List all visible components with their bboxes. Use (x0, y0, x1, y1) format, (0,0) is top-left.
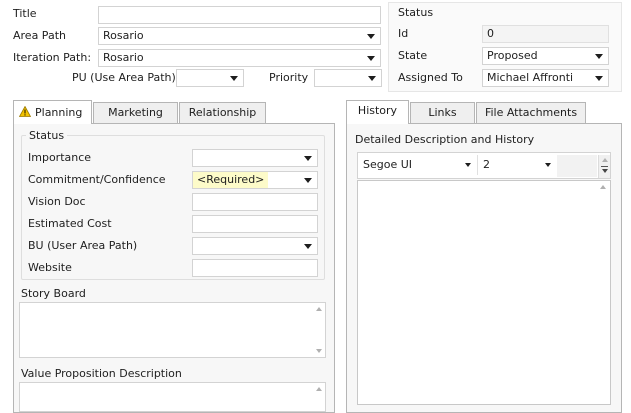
tab-marketing[interactable]: Marketing (93, 102, 178, 124)
area-path-value: Rosario (103, 29, 144, 42)
font-size-value: 2 (483, 158, 490, 171)
tab-planning-label: Planning (35, 106, 83, 119)
font-family-value: Segoe UI (363, 158, 413, 171)
scroll-up-icon[interactable] (316, 387, 322, 391)
tab-marketing-label: Marketing (108, 106, 163, 119)
website-label: Website (28, 261, 72, 274)
toolbar-expand-bar (601, 166, 608, 167)
id-label: Id (398, 27, 409, 40)
commitment-required-value: <Required> (193, 172, 269, 188)
state-value: Proposed (487, 49, 538, 62)
chevron-down-icon (367, 34, 375, 39)
tab-relationship-label: Relationship (188, 106, 257, 119)
estimated-cost-input[interactable] (192, 215, 318, 233)
iteration-path-dropdown[interactable]: Rosario (98, 49, 381, 67)
estimated-cost-label: Estimated Cost (28, 217, 112, 230)
toolbar-overflow-area (557, 155, 597, 177)
bu-label: BU (User Area Path) (28, 239, 138, 252)
chevron-down-icon (595, 54, 603, 59)
story-board-textarea[interactable] (19, 302, 326, 358)
chevron-down-icon (368, 76, 376, 81)
priority-label: Priority (269, 71, 309, 84)
id-field: 0 (482, 25, 609, 43)
scroll-down-icon[interactable] (316, 349, 322, 353)
scroll-up-icon (602, 158, 608, 162)
value-prop-textarea[interactable] (19, 382, 326, 412)
bu-dropdown[interactable] (192, 237, 318, 255)
assigned-to-dropdown[interactable]: Michael Affronti (482, 69, 609, 87)
tab-file-attachments[interactable]: File Attachments (476, 102, 586, 124)
chevron-down-icon (602, 169, 608, 173)
assigned-to-value: Michael Affronti (487, 71, 574, 84)
scroll-up-icon[interactable] (600, 185, 606, 189)
commitment-dropdown[interactable]: <Required> (192, 171, 318, 189)
area-path-dropdown[interactable]: Rosario (98, 27, 381, 45)
status-group-label: Status (398, 6, 434, 19)
chevron-down-icon (304, 244, 312, 249)
iteration-path-label: Iteration Path: (13, 51, 92, 64)
priority-dropdown[interactable] (314, 69, 382, 87)
state-dropdown[interactable]: Proposed (482, 47, 609, 65)
story-board-scrollbar[interactable] (313, 303, 325, 357)
chevron-down-icon (367, 56, 375, 61)
history-editor[interactable] (357, 180, 611, 405)
chevron-down-icon (465, 163, 471, 167)
title-label: Title (13, 7, 37, 20)
pu-label: PU (Use Area Path) (72, 71, 176, 84)
importance-dropdown[interactable] (192, 149, 318, 167)
value-prop-label: Value Proposition Description (21, 367, 182, 380)
warning-icon (19, 106, 31, 117)
pu-dropdown[interactable] (176, 69, 244, 87)
chevron-down-icon (595, 76, 603, 81)
tab-planning[interactable]: Planning (13, 100, 92, 124)
assigned-to-label: Assigned To (398, 71, 463, 84)
tab-file-attachments-label: File Attachments (484, 106, 578, 119)
iteration-path-value: Rosario (103, 51, 144, 64)
vision-doc-input[interactable] (192, 193, 318, 211)
chevron-down-icon (230, 76, 238, 81)
toolbar-expand-button[interactable] (598, 155, 610, 178)
tab-history-label: History (357, 104, 398, 117)
tab-links-label: Links (428, 106, 457, 119)
font-size-dropdown[interactable]: 2 (479, 155, 556, 175)
description-label: Detailed Description and History (355, 133, 535, 146)
commitment-label: Commitment/Confidence (28, 173, 166, 186)
importance-label: Importance (28, 151, 92, 164)
scroll-up-icon[interactable] (316, 307, 322, 311)
tab-relationship[interactable]: Relationship (179, 102, 266, 124)
website-input[interactable] (192, 259, 318, 277)
state-label: State (398, 49, 428, 62)
area-path-label: Area Path (13, 29, 66, 42)
tab-links[interactable]: Links (410, 102, 475, 124)
title-input[interactable] (98, 6, 381, 24)
toolbar-divider (477, 155, 478, 175)
value-prop-scrollbar[interactable] (313, 383, 325, 411)
chevron-down-icon (545, 163, 551, 167)
history-editor-scrollbar[interactable] (597, 181, 610, 404)
planning-status-label: Status (26, 129, 68, 143)
chevron-down-icon (304, 156, 312, 161)
tab-history[interactable]: History (346, 100, 409, 124)
story-board-label: Story Board (21, 287, 86, 300)
vision-doc-label: Vision Doc (28, 195, 86, 208)
font-family-dropdown[interactable]: Segoe UI (359, 155, 476, 175)
chevron-down-icon (304, 178, 312, 183)
